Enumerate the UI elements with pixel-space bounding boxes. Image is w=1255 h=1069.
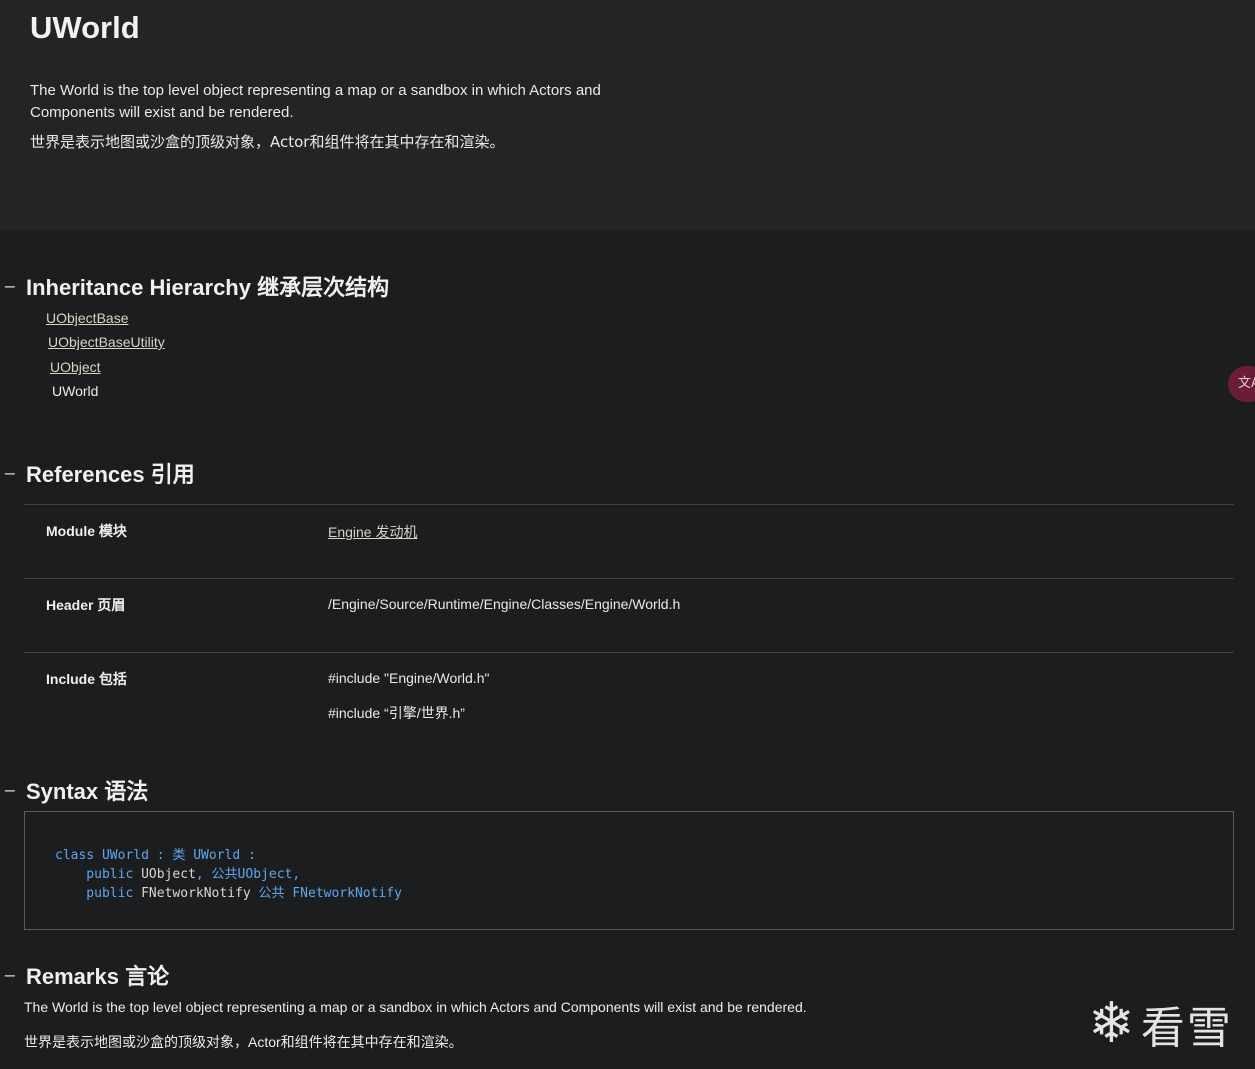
references-label: Header 页眉 [46,597,126,613]
code-keyword: 公共 FNetworkNotify [250,886,402,901]
collapse-icon[interactable]: − [2,781,18,800]
code-keyword: class UWorld : 类 UWorld : [55,848,256,863]
translate-icon: 文A [1238,376,1255,391]
watermark-text: 看雪 [1140,1003,1233,1054]
section-references-header[interactable]: − References 引用 [0,457,195,489]
remarks-text-cn: 世界是表示地图或沙盒的顶级对象，Actor和组件将在其中存在和渲染。 [24,1034,463,1050]
references-label: Module 模块 [46,523,127,539]
inheritance-item-uobject[interactable]: UObject [50,359,101,375]
section-inheritance-header[interactable]: − Inheritance Hierarchy 继承层次结构 [0,270,389,302]
page-title: UWorld [30,10,140,45]
references-label: Include 包括 [46,671,127,687]
code-keyword: public [55,867,134,882]
references-row-header: Header 页眉 /Engine/Source/Runtime/Engine/… [24,578,1234,652]
code-keyword: , 公共UObject, [195,867,301,882]
section-remarks-header[interactable]: − Remarks 言论 [0,959,169,991]
references-row-module: Module 模块 Engine 发动机 [24,504,1234,578]
page-description-cn: 世界是表示地图或沙盒的顶级对象，Actor和组件将在其中存在和渲染。 [30,133,505,151]
remarks-text-en: The World is the top level object repres… [24,999,807,1015]
include-value-translated: #include “引擎/世界.h” [328,705,465,721]
code-text: UObject [133,867,196,882]
page-description-en: The World is the top level object repres… [30,82,601,121]
code-text: FNetworkNotify [133,886,251,901]
section-title-remarks: Remarks 言论 [26,964,170,989]
section-title-inheritance: Inheritance Hierarchy 继承层次结构 [26,275,390,300]
snowflake-icon: ❄ [1088,991,1135,1056]
page-header: UWorld The World is the top level object… [0,0,1255,230]
code-line: class UWorld : 类 UWorld : [55,844,256,863]
include-value: #include "Engine/World.h" [328,670,490,686]
translate-button[interactable]: 文A [1228,366,1255,402]
code-keyword: public [55,886,134,901]
syntax-code-block: class UWorld : 类 UWorld : public UObject… [24,811,1234,930]
module-link[interactable]: Engine 发动机 [328,522,417,542]
section-title-references: References 引用 [26,462,195,487]
collapse-icon[interactable]: − [2,277,18,296]
inheritance-item-uobjectbase[interactable]: UObjectBase [46,310,128,326]
section-title-syntax: Syntax 语法 [26,779,149,804]
collapse-icon[interactable]: − [2,464,18,483]
inheritance-item-uobjectbaseutility[interactable]: UObjectBaseUtility [48,334,165,350]
code-line: public UObject, 公共UObject, [55,863,300,882]
section-syntax-header[interactable]: − Syntax 语法 [0,774,148,806]
collapse-icon[interactable]: − [2,966,18,985]
code-line: public FNetworkNotify 公共 FNetworkNotify [55,882,402,901]
header-path: /Engine/Source/Runtime/Engine/Classes/En… [328,596,681,612]
inheritance-item-uworld: UWorld [52,383,99,399]
watermark: ❄ 看雪 [1088,992,1233,1056]
references-row-include: Include 包括 #include "Engine/World.h" #in… [24,652,1234,742]
